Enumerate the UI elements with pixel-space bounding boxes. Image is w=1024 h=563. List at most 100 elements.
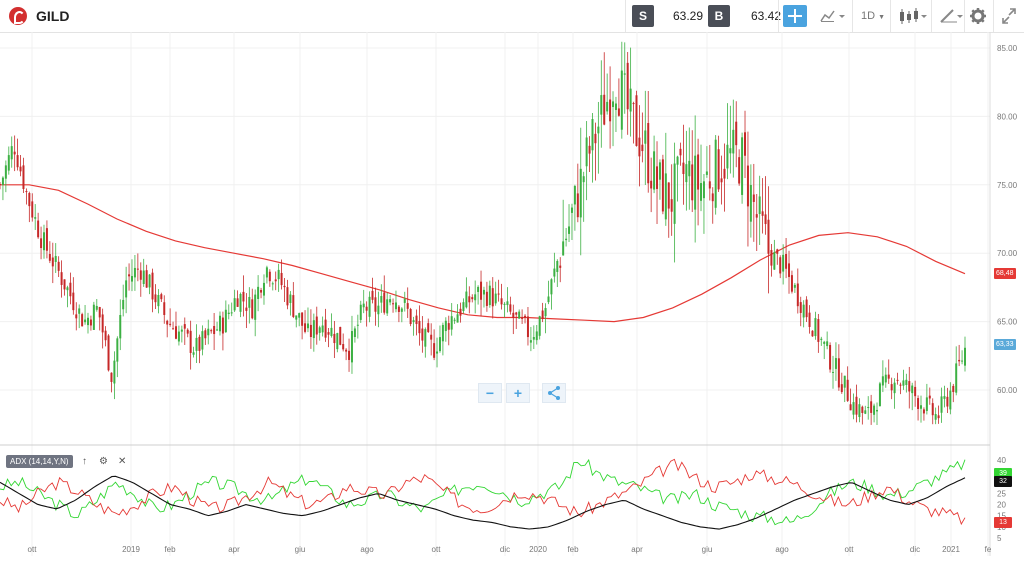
candle-body: [301, 312, 304, 326]
candle-body: [497, 293, 500, 295]
candle-body: [940, 396, 943, 413]
candle-body: [19, 166, 22, 172]
candle-body: [826, 341, 829, 347]
close-icon[interactable]: ✕: [118, 455, 126, 468]
timeframe-label: 1D: [861, 10, 876, 22]
candle-body: [133, 267, 136, 278]
candle-body: [447, 323, 450, 330]
candle-body: [459, 308, 462, 316]
candle-body: [298, 313, 301, 318]
time-tick-label: 2021: [942, 545, 960, 554]
candle-body: [679, 148, 682, 156]
candle-body: [565, 238, 568, 241]
candle-body: [943, 396, 946, 399]
candle-body: [934, 414, 937, 420]
candle-body: [186, 329, 189, 334]
sell-button[interactable]: S: [632, 5, 654, 27]
timeframe-select[interactable]: 1D ▼: [861, 5, 885, 27]
candle-body: [130, 276, 133, 282]
candle-body: [172, 328, 175, 330]
buy-button[interactable]: B: [708, 5, 730, 27]
candle-body: [770, 250, 773, 266]
candle-body: [776, 249, 779, 254]
candle-body: [280, 272, 283, 286]
candle-body: [339, 326, 342, 345]
crosshair-icon[interactable]: [783, 5, 807, 27]
time-tick-label: apr: [631, 545, 643, 554]
candle-body: [438, 337, 441, 352]
candle-body: [116, 338, 119, 362]
candlestick-icon[interactable]: [897, 5, 927, 27]
candle-body: [576, 193, 579, 218]
candle-body: [500, 298, 503, 305]
candle-body: [881, 376, 884, 386]
candle-body: [594, 133, 597, 144]
zoom-out-button[interactable]: −: [478, 383, 502, 403]
gear-icon[interactable]: [969, 5, 987, 27]
candle-body: [1, 177, 4, 185]
candle-body: [236, 298, 239, 307]
candle-body: [142, 270, 145, 285]
top-toolbar: GILD S 63.29 B 63.42 1D ▼: [0, 0, 1024, 33]
candle-body: [805, 299, 808, 318]
candle-body: [160, 294, 163, 300]
candle-body: [911, 385, 914, 394]
candle-body: [218, 315, 221, 332]
candle-body: [92, 304, 95, 330]
chart-type-icon[interactable]: [818, 5, 846, 27]
indicator-label[interactable]: ADX (14,14,Y,N): [6, 455, 73, 468]
candle-body: [867, 406, 870, 409]
candle-body: [51, 257, 54, 267]
arrow-up-icon[interactable]: ↑: [82, 455, 87, 468]
time-tick-label: ott: [432, 545, 442, 554]
candle-body: [368, 296, 371, 317]
candle-body: [86, 317, 89, 326]
zoom-in-button[interactable]: +: [506, 383, 530, 403]
gear-icon[interactable]: ⚙: [99, 455, 108, 468]
candle-body: [7, 155, 10, 171]
candle-body: [304, 323, 307, 332]
candle-body: [353, 328, 356, 338]
expand-icon[interactable]: [1001, 5, 1017, 27]
candle-body: [345, 349, 348, 352]
price-chart[interactable]: 85.0080.0075.0070.0065.0060.00 403530252…: [0, 32, 1024, 556]
candle-body: [544, 308, 547, 317]
candle-body: [746, 165, 749, 207]
candle-body: [210, 330, 213, 332]
candle-body: [474, 294, 477, 301]
candle-body: [371, 290, 374, 300]
candle-body: [617, 108, 620, 116]
buy-price[interactable]: 63.42: [751, 9, 781, 23]
candle-body: [705, 171, 708, 175]
candle-body: [488, 285, 491, 306]
candle-body: [333, 333, 336, 344]
candle-body: [392, 303, 395, 305]
sell-price[interactable]: 63.29: [673, 9, 703, 23]
time-tick-label: dic: [500, 545, 510, 554]
candle-body: [136, 268, 139, 270]
candle-body: [42, 232, 45, 251]
candle-body: [700, 183, 703, 201]
draw-icon[interactable]: [937, 5, 963, 27]
candle-body: [104, 330, 107, 341]
candle-body: [914, 386, 917, 397]
price-tick-label: 65.00: [997, 318, 1018, 327]
candle-body: [562, 241, 565, 256]
candle-body: [480, 281, 483, 300]
candle-body: [330, 327, 333, 336]
candle-body: [189, 330, 192, 353]
candle-body: [81, 314, 84, 327]
candle-body: [878, 383, 881, 407]
candle-body: [623, 73, 626, 75]
candle-body: [518, 311, 521, 319]
candle-body: [779, 257, 782, 274]
time-tick-label: ago: [775, 545, 789, 554]
candle-body: [579, 168, 582, 218]
time-tick-label: ott: [845, 545, 855, 554]
share-button[interactable]: [542, 383, 566, 403]
symbol-title[interactable]: GILD: [36, 8, 69, 24]
candle-body: [521, 317, 524, 319]
candle-body: [928, 395, 931, 399]
candle-body: [773, 252, 776, 270]
candle-body: [248, 296, 251, 308]
